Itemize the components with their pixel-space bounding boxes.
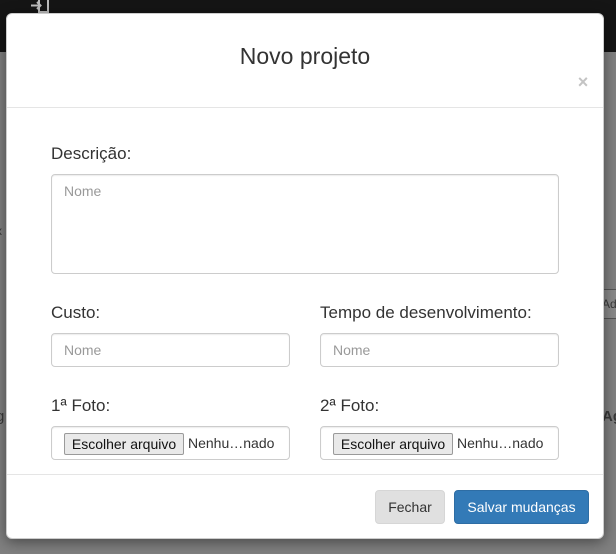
description-textarea[interactable]: [51, 174, 559, 274]
photo-2-label: 2ª Foto:: [320, 396, 380, 415]
dev-time-label: Tempo de desenvolvimento:: [320, 303, 532, 322]
photo-2-file-name: Nenhu…nado: [457, 435, 544, 451]
save-changes-button[interactable]: Salvar mudanças: [454, 490, 589, 524]
close-icon[interactable]: ×: [575, 73, 591, 91]
new-project-modal: Novo projeto × Descrição: Custo: Tempo d…: [6, 13, 604, 539]
modal-title: Novo projeto: [239, 43, 371, 69]
sign-in-icon[interactable]: [30, 0, 50, 14]
background-text-fragment: x: [0, 224, 2, 238]
photo-1-file-name: Nenhu…nado: [188, 435, 275, 451]
photo-2-choose-file-button[interactable]: Escolher arquivo: [333, 433, 453, 455]
modal-header: Novo projeto ×: [7, 14, 603, 108]
photo-1-label: 1ª Foto:: [51, 396, 111, 415]
background-text-fragment: Ag: [602, 408, 616, 425]
description-label: Descrição:: [51, 144, 132, 163]
photo-1-choose-file-button[interactable]: Escolher arquivo: [64, 433, 184, 455]
dev-time-input[interactable]: [320, 333, 559, 367]
photo-2-file-input[interactable]: Escolher arquivo Nenhu…nado: [320, 426, 559, 460]
photo-1-file-input[interactable]: Escolher arquivo Nenhu…nado: [51, 426, 290, 460]
background-text-fragment: g: [0, 408, 5, 425]
close-button[interactable]: Fechar: [375, 490, 445, 524]
cost-label: Custo:: [51, 303, 101, 322]
modal-footer: Fechar Salvar mudanças: [7, 474, 603, 538]
cost-input[interactable]: [51, 333, 290, 367]
